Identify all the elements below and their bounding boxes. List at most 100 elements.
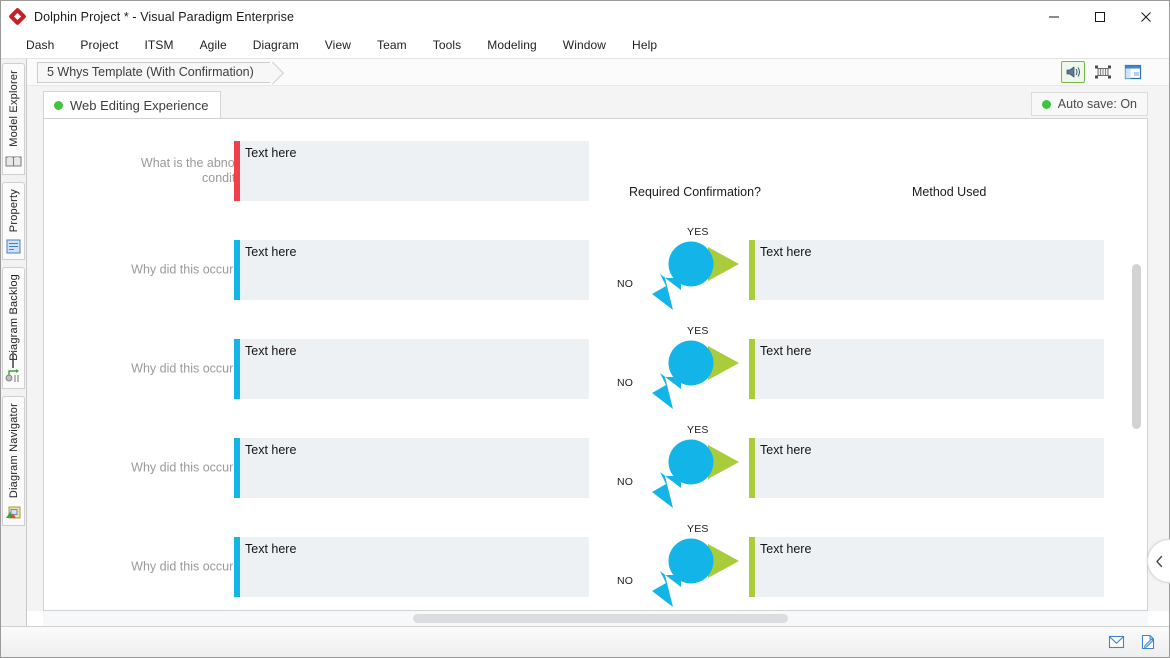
menu-item-dash[interactable]: Dash (13, 34, 67, 56)
why-textbox-3[interactable]: Text here (234, 438, 589, 498)
sidebar-item-label: Diagram Backlog (7, 273, 20, 361)
autosave-status-badge[interactable]: Auto save: On (1030, 92, 1148, 116)
why-text-2: Text here (245, 344, 297, 358)
panel-layout-icon[interactable] (1121, 61, 1145, 83)
web-editing-experience-tab[interactable]: Web Editing Experience (43, 91, 221, 118)
collapse-panel-button[interactable] (1147, 539, 1170, 583)
sidebar-item-model-explorer[interactable]: Model Explorer (2, 63, 25, 175)
confirmation-decision-3[interactable]: YES NO (617, 424, 759, 510)
no-label-1: NO (617, 278, 634, 290)
breadcrumb-bar: 5 Whys Template (With Confirmation) (27, 59, 1169, 86)
method-text-3: Text here (760, 443, 812, 457)
autosave-label: Auto save: On (1057, 97, 1137, 111)
scrollbar-thumb[interactable] (1132, 264, 1141, 429)
confirmation-decision-1[interactable]: YES NO (617, 226, 759, 312)
sidebar-item-property[interactable]: Property (2, 181, 25, 260)
announcement-icon[interactable] (1061, 61, 1085, 83)
note-icon[interactable] (1139, 633, 1157, 651)
method-textbox-2[interactable]: Text here (749, 339, 1104, 399)
row-label-why-2: Why did this occur? (2) (131, 361, 259, 376)
diagram-row-why-3: Why did this occur? (3) Text here YES NO (44, 424, 1147, 508)
scrollbar-thumb[interactable] (413, 614, 788, 623)
autosave-status-dot-icon (1041, 99, 1051, 109)
diagram-backlog-icon (5, 367, 22, 384)
menu-item-view[interactable]: View (312, 34, 364, 56)
menu-bar: Dash Project ITSM Agile Diagram View Tea… (1, 32, 1169, 59)
accent-bar (234, 141, 240, 201)
problem-textbox[interactable]: Text here (234, 141, 589, 201)
yes-label-1: YES (687, 226, 709, 238)
application-window: Dolphin Project * - Visual Paradigm Ente… (0, 0, 1170, 658)
sidebar-item-label: Diagram Navigator (7, 402, 20, 498)
decision-graphic (652, 439, 739, 508)
confirmation-decision-4[interactable]: YES NO (617, 523, 759, 609)
diagram-canvas[interactable]: Required Confirmation? Method Used What … (43, 118, 1148, 611)
method-text-2: Text here (760, 344, 812, 358)
canvas-vertical-scrollbar[interactable] (1132, 119, 1141, 610)
yes-label-3: YES (687, 424, 709, 436)
sidebar-item-diagram-navigator[interactable]: Diagram Navigator (2, 395, 25, 526)
why-textbox-1[interactable]: Text here (234, 240, 589, 300)
accent-bar (234, 339, 240, 399)
maximize-icon[interactable] (1077, 1, 1123, 32)
panel-splitter-handle[interactable] (9, 349, 17, 369)
chevron-left-icon (1155, 555, 1162, 567)
accent-bar (234, 537, 240, 597)
sidebar-item-label: Property (7, 188, 20, 232)
no-label-4: NO (617, 575, 634, 587)
left-tab-rail: Model Explorer Property Diagram Backlog … (1, 59, 27, 626)
breadcrumb[interactable]: 5 Whys Template (With Confirmation) (37, 61, 270, 83)
menu-item-project[interactable]: Project (67, 34, 131, 56)
why-text-3: Text here (245, 443, 297, 457)
editor-toolbar (1061, 59, 1145, 85)
row-label-why-4: Why did this occur? (4) (131, 559, 259, 574)
method-textbox-3[interactable]: Text here (749, 438, 1104, 498)
row-label-why-3: Why did this occur? (3) (131, 460, 259, 475)
accent-bar (749, 339, 755, 399)
method-text-4: Text here (760, 542, 812, 556)
row-label-why-1: Why did this occur? (1) (131, 262, 259, 277)
method-textbox-4[interactable]: Text here (749, 537, 1104, 597)
no-label-2: NO (617, 377, 634, 389)
editor-mode-bar: Web Editing Experience Auto save: On (27, 86, 1169, 118)
accent-bar (749, 240, 755, 300)
web-editing-experience-label: Web Editing Experience (70, 97, 209, 113)
why-textbox-2[interactable]: Text here (234, 339, 589, 399)
close-icon[interactable] (1123, 1, 1169, 32)
minimize-icon[interactable] (1031, 1, 1077, 32)
editor-area: 5 Whys Template (With Confirmation) Web … (27, 59, 1170, 626)
sidebar-item-label: Model Explorer (7, 70, 20, 147)
why-textbox-4[interactable]: Text here (234, 537, 589, 597)
message-icon[interactable] (1107, 633, 1125, 651)
canvas-wrapper: Required Confirmation? Method Used What … (27, 118, 1170, 611)
menu-item-diagram[interactable]: Diagram (240, 34, 312, 56)
yes-label-2: YES (687, 325, 709, 337)
five-whys-diagram: Required Confirmation? Method Used What … (44, 119, 1147, 610)
main-body: Model Explorer Property Diagram Backlog … (1, 59, 1170, 626)
confirmation-decision-2[interactable]: YES NO (617, 325, 759, 411)
window-controls (1031, 1, 1169, 32)
property-icon (5, 238, 22, 255)
sidebar-item-diagram-backlog[interactable]: Diagram Backlog (2, 266, 25, 389)
why-text-1: Text here (245, 245, 297, 259)
no-label-3: NO (617, 476, 634, 488)
method-text-1: Text here (760, 245, 812, 259)
accent-bar (234, 438, 240, 498)
diamond-logo-icon (8, 6, 27, 26)
menu-item-help[interactable]: Help (619, 34, 670, 56)
fit-to-screen-icon[interactable] (1091, 61, 1115, 83)
accent-bar (749, 438, 755, 498)
menu-item-tools[interactable]: Tools (420, 34, 475, 56)
menu-item-team[interactable]: Team (364, 34, 420, 56)
diagram-row-why-1: Why did this occur? (1) Text here YES NO (44, 226, 1147, 310)
canvas-horizontal-scrollbar[interactable] (43, 611, 1148, 626)
menu-item-window[interactable]: Window (550, 34, 619, 56)
method-textbox-1[interactable]: Text here (749, 240, 1104, 300)
menu-item-modeling[interactable]: Modeling (474, 34, 550, 56)
decision-graphic (652, 538, 739, 607)
menu-item-agile[interactable]: Agile (187, 34, 240, 56)
menu-item-itsm[interactable]: ITSM (131, 34, 186, 56)
status-dot-icon (54, 100, 63, 110)
row-label-problem: What is the abnormal condition? (140, 156, 259, 185)
diagram-row-why-2: Why did this occur? (2) Text here YES NO (44, 325, 1147, 409)
